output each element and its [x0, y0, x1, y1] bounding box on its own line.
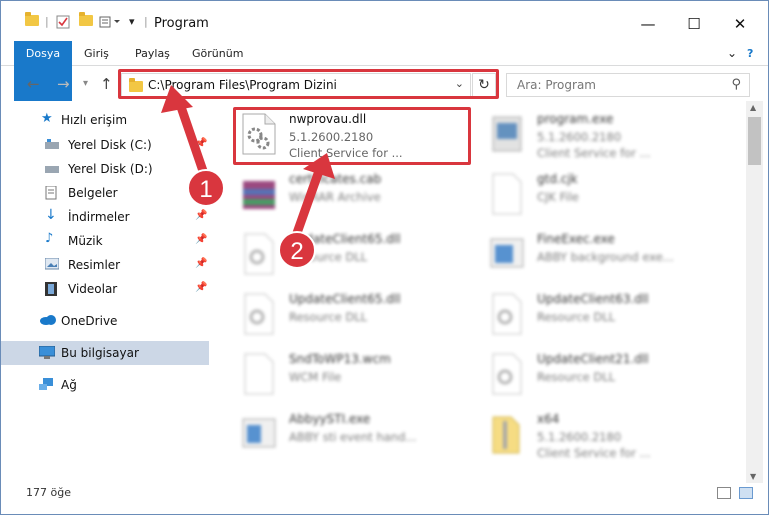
arrow-1 — [161, 85, 208, 173]
annotation-badge-1: 1 — [187, 169, 225, 207]
arrow-2 — [292, 153, 335, 235]
annotation-arrows — [161, 85, 335, 235]
explorer-window: | ▾ | Program — ☐ ✕ Dosya Giriş Paylaş G… — [0, 0, 769, 515]
annotation-badge-2: 2 — [278, 231, 316, 269]
